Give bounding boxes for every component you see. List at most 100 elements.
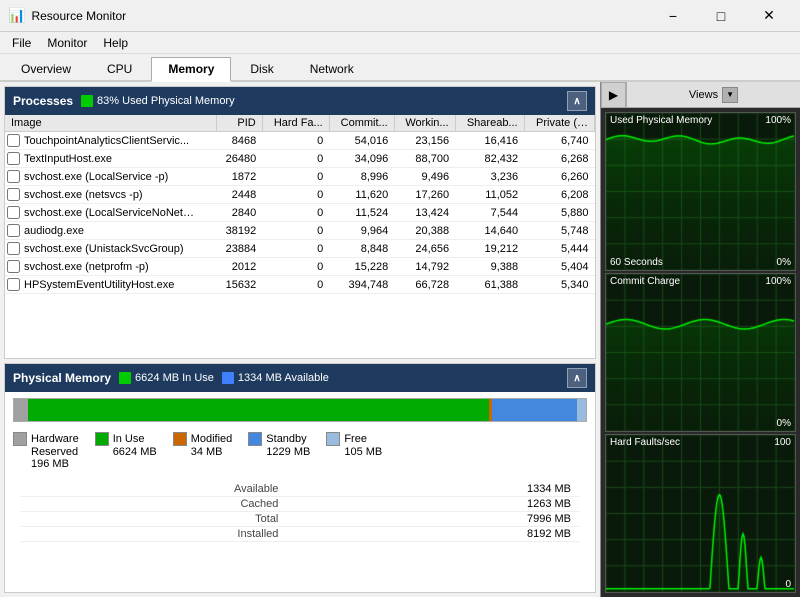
cell-pid: 23884 (216, 240, 262, 258)
table-row: svchost.exe (netprofm -p) 2012 0 15,228 … (5, 258, 595, 276)
tab-memory[interactable]: Memory (151, 57, 231, 82)
col-image[interactable]: Image (5, 115, 216, 132)
process-checkbox[interactable] (7, 134, 20, 147)
stat-label-available: Available (21, 482, 286, 497)
physical-header: Physical Memory 6624 MB In Use 1334 MB A… (5, 364, 595, 392)
cell-image: svchost.exe (UnistackSvcGroup) (5, 240, 216, 258)
tab-overview[interactable]: Overview (4, 57, 88, 80)
physical-collapse[interactable]: ∧ (567, 368, 587, 388)
cell-shareable: 11,052 (455, 186, 524, 204)
process-checkbox[interactable] (7, 260, 20, 273)
minimize-button[interactable]: − (650, 0, 696, 32)
processes-table: Image PID Hard Fa... Commit... Workin...… (5, 115, 595, 295)
cell-shareable: 7,544 (455, 204, 524, 222)
cell-commit: 15,228 (329, 258, 394, 276)
processes-section: Processes 83% Used Physical Memory ∧ Ima… (4, 86, 596, 359)
views-dropdown-arrow[interactable]: ▼ (722, 87, 738, 103)
process-checkbox[interactable] (7, 278, 20, 291)
close-button[interactable]: ✕ (746, 0, 792, 32)
cell-pid: 2840 (216, 204, 262, 222)
cell-private: 5,100 (524, 294, 594, 296)
main-content: Processes 83% Used Physical Memory ∧ Ima… (0, 82, 800, 597)
cell-image: TextInputHost.exe (5, 150, 216, 168)
process-checkbox[interactable] (7, 242, 20, 255)
stats-table: Available 1334 MB Cached 1263 MB Total 7… (21, 482, 579, 542)
views-button[interactable]: Views ▼ (627, 82, 800, 107)
table-row: audiodg.exe 38192 0 9,964 20,388 14,640 … (5, 222, 595, 240)
process-checkbox[interactable] (7, 206, 20, 219)
cell-private: 5,748 (524, 222, 594, 240)
cell-image: svchost.exe (netsvcs -p) (5, 186, 216, 204)
expand-button[interactable]: ▶ (601, 82, 627, 108)
table-row: svchost.exe (LocalServiceNoNet… 2840 0 1… (5, 204, 595, 222)
col-hf[interactable]: Hard Fa... (262, 115, 329, 132)
cell-pid: 2448 (216, 186, 262, 204)
legend-in-use: In Use 6624 MB (95, 432, 157, 470)
stat-value-total: 7996 MB (286, 512, 579, 527)
cell-working: 17,260 (394, 186, 455, 204)
cell-working: 24,656 (394, 240, 455, 258)
chart3-top-pct: 100 (774, 437, 791, 448)
tab-cpu[interactable]: CPU (90, 57, 149, 80)
process-checkbox[interactable] (7, 170, 20, 183)
cell-hf: 0 (262, 276, 329, 294)
cell-shareable: 9,388 (455, 258, 524, 276)
menu-monitor[interactable]: Monitor (39, 34, 95, 52)
cell-working: 66,728 (394, 276, 455, 294)
process-checkbox[interactable] (7, 152, 20, 165)
col-private[interactable]: Private (… (524, 115, 594, 132)
maximize-button[interactable]: □ (698, 0, 744, 32)
cell-working: 23,600 (394, 294, 455, 296)
stat-label-installed: Installed (21, 527, 286, 542)
cell-commit: 9,964 (329, 222, 394, 240)
col-working[interactable]: Workin... (394, 115, 455, 132)
cell-image: TouchpointAnalyticsClientServic... (5, 132, 216, 150)
table-row: HPSystemEventUtilityHost.exe 15632 0 394… (5, 276, 595, 294)
chart1-seconds: 60 Seconds (610, 257, 663, 268)
legend-box-orange (173, 432, 187, 446)
legend-label-modified: Modified (191, 433, 233, 445)
cell-private: 5,444 (524, 240, 594, 258)
legend-label-standby: Standby (266, 433, 306, 445)
views-label: Views (689, 89, 718, 101)
app-icon: 📊 (8, 7, 25, 24)
green-indicator (81, 95, 93, 107)
cell-working: 13,424 (394, 204, 455, 222)
legend-free: Free 105 MB (326, 432, 382, 470)
cell-hf: 0 (262, 132, 329, 150)
col-pid[interactable]: PID (216, 115, 262, 132)
table-row: SysInfoAgent... 26123 4 10,488 23,600 10… (5, 294, 595, 296)
cell-working: 23,156 (394, 132, 455, 150)
cell-hf: 0 (262, 186, 329, 204)
chart2-canvas (606, 274, 795, 431)
cell-hf: 0 (262, 150, 329, 168)
col-shareable[interactable]: Shareab... (455, 115, 524, 132)
bar-free (577, 399, 586, 421)
cell-private: 6,740 (524, 132, 594, 150)
col-commit[interactable]: Commit... (329, 115, 394, 132)
memory-bar (13, 398, 587, 422)
legend-modified: Modified 34 MB (173, 432, 233, 470)
processes-scroll[interactable]: Image PID Hard Fa... Commit... Workin...… (5, 115, 595, 295)
chart2-label: Commit Charge (610, 276, 680, 287)
cell-shareable: 19,212 (455, 240, 524, 258)
cell-commit: 8,996 (329, 168, 394, 186)
cell-shareable: 61,388 (455, 276, 524, 294)
process-checkbox[interactable] (7, 188, 20, 201)
cell-private: 6,208 (524, 186, 594, 204)
legend-value-hardware: 196 MB (13, 458, 69, 470)
chart1-canvas (606, 113, 795, 270)
legend-label-inuse: In Use (113, 433, 145, 445)
cell-image: audiodg.exe (5, 222, 216, 240)
menu-help[interactable]: Help (95, 34, 136, 52)
legend-box-gray (13, 432, 27, 446)
menu-file[interactable]: File (4, 34, 39, 52)
cell-commit: 11,620 (329, 186, 394, 204)
cell-hf: 0 (262, 222, 329, 240)
tab-network[interactable]: Network (293, 57, 371, 80)
tab-disk[interactable]: Disk (233, 57, 290, 80)
chart2-bottom-pct: 0% (777, 418, 791, 429)
bar-standby (492, 399, 578, 421)
processes-collapse[interactable]: ∧ (567, 91, 587, 111)
process-checkbox[interactable] (7, 224, 20, 237)
